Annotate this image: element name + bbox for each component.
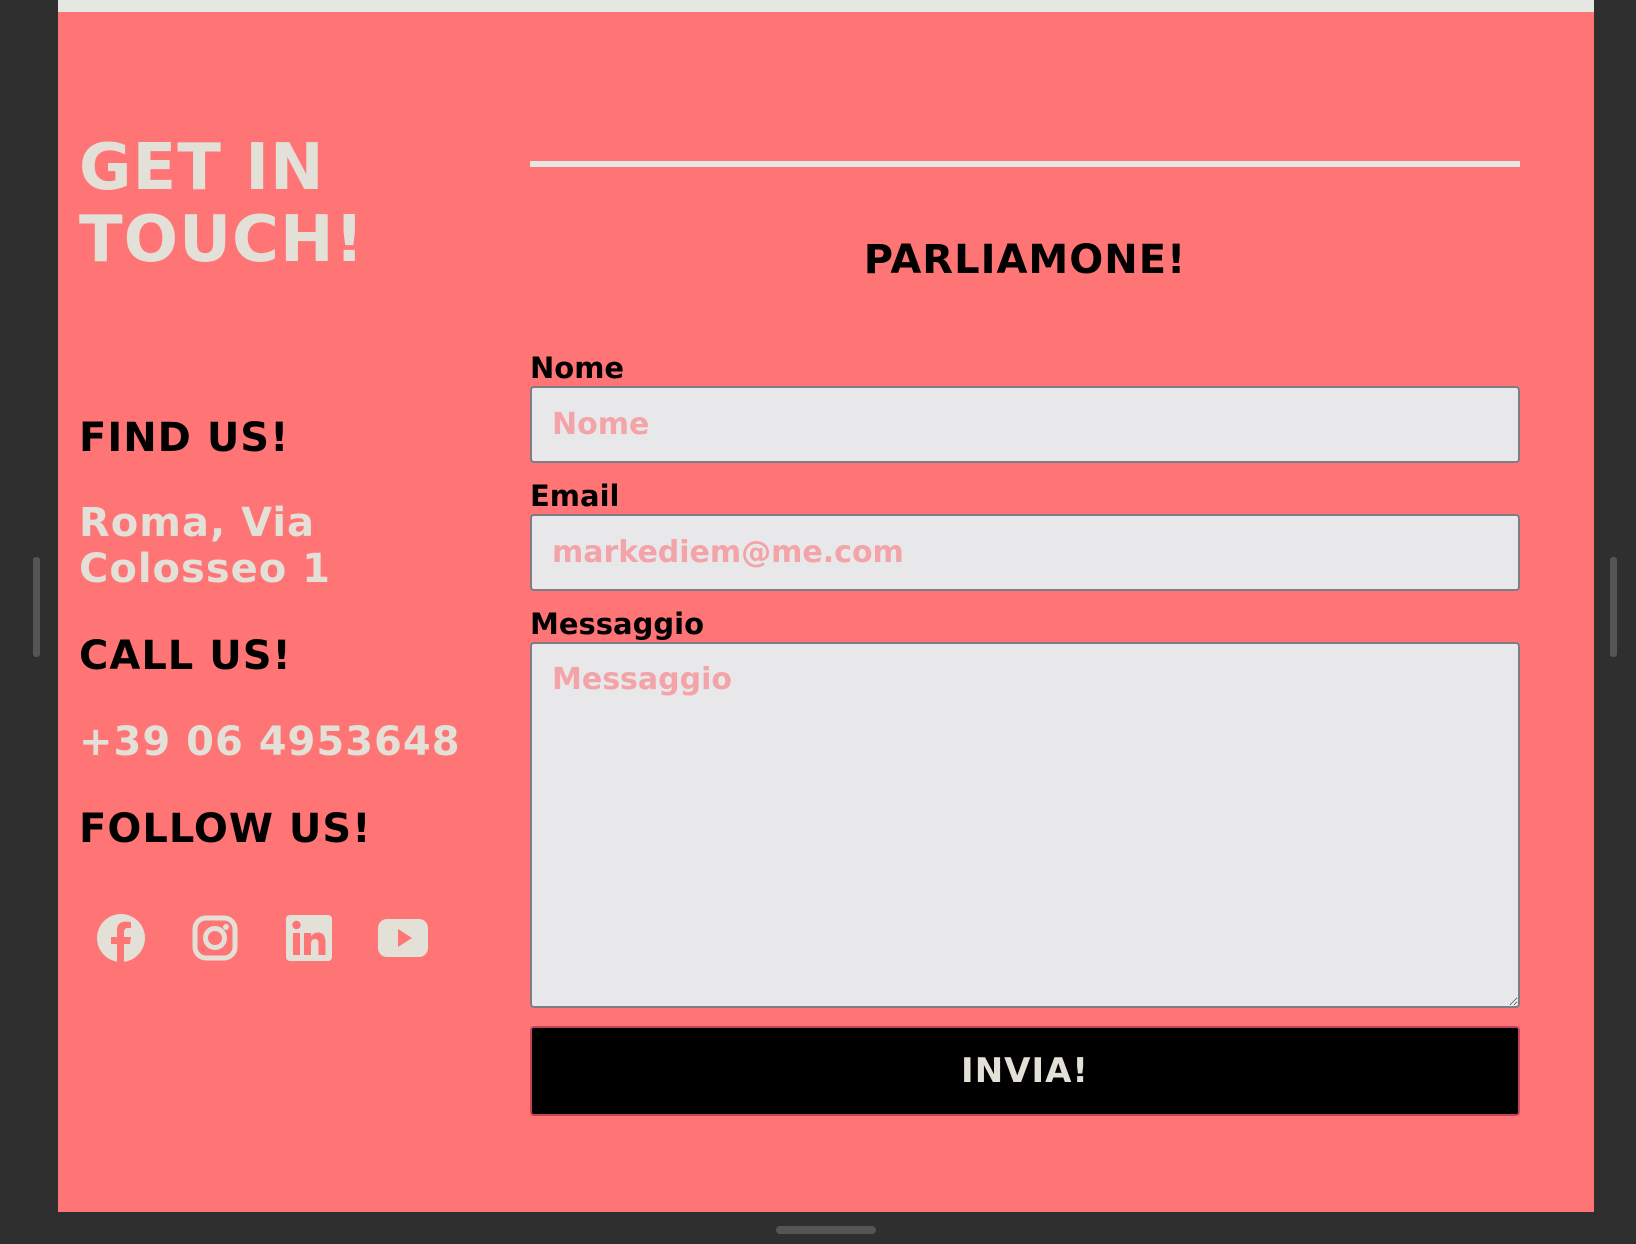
find-us-heading: FIND US! xyxy=(79,415,290,461)
phone-number: +39 06 4953648 xyxy=(79,719,461,765)
youtube-icon[interactable] xyxy=(378,912,428,964)
follow-us-heading: FOLLOW US! xyxy=(79,806,372,852)
name-label: Nome xyxy=(530,351,625,385)
address-line2: Colosseo 1 xyxy=(79,546,332,592)
contact-title-line1: GET IN xyxy=(79,131,325,205)
submit-button[interactable]: INVIA! xyxy=(530,1026,1520,1116)
message-label: Messaggio xyxy=(530,607,704,641)
instagram-icon[interactable] xyxy=(190,912,240,964)
social-links xyxy=(96,912,428,964)
call-us-heading: CALL US! xyxy=(79,633,292,679)
contact-section: GET IN TOUCH! FIND US! Roma, Via Colosse… xyxy=(58,0,1594,1212)
form-title: PARLIAMONE! xyxy=(863,237,1187,283)
contact-title-line2: TOUCH! xyxy=(79,203,365,277)
bottom-scroll-handle[interactable] xyxy=(776,1226,876,1234)
top-border xyxy=(58,0,1594,12)
email-label: Email xyxy=(530,479,620,513)
address-line1: Roma, Via xyxy=(79,500,316,546)
linkedin-icon[interactable] xyxy=(284,912,334,964)
right-scroll-handle[interactable] xyxy=(1610,557,1617,657)
email-input[interactable] xyxy=(530,514,1520,591)
left-scroll-handle[interactable] xyxy=(33,557,40,657)
name-input[interactable] xyxy=(530,386,1520,463)
contact-title: GET IN TOUCH! xyxy=(79,132,365,276)
message-textarea[interactable] xyxy=(530,642,1520,1008)
facebook-icon[interactable] xyxy=(96,912,146,964)
section-divider xyxy=(530,161,1520,167)
address-text: Roma, Via Colosseo 1 xyxy=(79,500,331,592)
